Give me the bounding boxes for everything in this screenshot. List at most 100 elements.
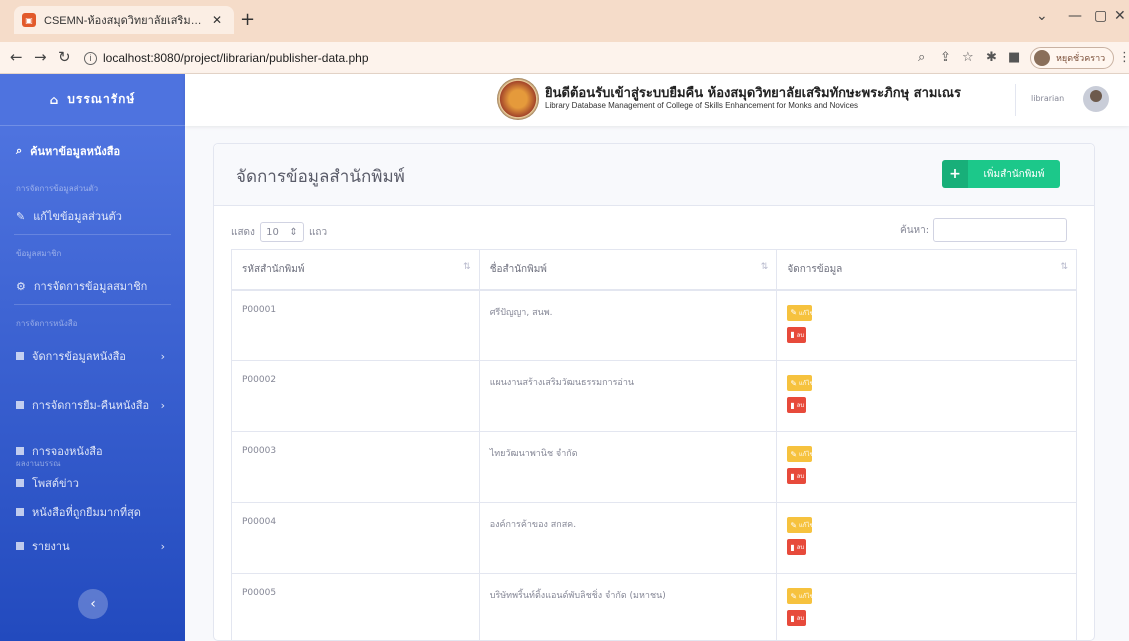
site-info-icon[interactable]: i (84, 51, 97, 65)
close-tab-icon[interactable]: ✕ (212, 13, 222, 27)
book-icon (16, 352, 24, 360)
address-bar: ← → ↻ i localhost:8080/project/librarian… (0, 42, 1129, 74)
trash-icon: ▮ (790, 330, 795, 339)
sort-icon: ⇅ (1060, 262, 1068, 272)
publisher-table: รหัสสำนักพิมพ์ ⇅ ชื่อสำนักพิมพ์ ⇅ จัดการข้… (231, 249, 1077, 641)
college-logo (497, 78, 539, 120)
edit-icon: ✎ (16, 209, 26, 223)
sidebar-item-manage-books[interactable]: จัดการข้อมูลหนังสือ › (0, 347, 185, 365)
edit-button[interactable]: ✎ แก้ไข (787, 304, 814, 321)
tab-title: CSEMN-ห้องสมุดวิทยาลัยเสริมทักษะพร (44, 15, 204, 27)
sidebar-item-members[interactable]: ⚙ การจัดการข้อมูลสมาชิก (0, 277, 185, 295)
col-header-name[interactable]: ชื่อสำนักพิมพ์ ⇅ (479, 249, 778, 291)
sidebar-item-profile[interactable]: ✎ แก้ไขข้อมูลส่วนตัว (0, 207, 185, 225)
add-publisher-label: เพิ่มสำนักพิมพ์ (983, 168, 1045, 180)
publisher-card: จัดการข้อมูลสำนักพิมพ์ + เพิ่มสำนักพิมพ์… (213, 143, 1095, 641)
edit-button[interactable]: ✎ แก้ไข (787, 375, 814, 391)
sidebar-item-news[interactable]: โพสต์ข่าว (0, 474, 185, 492)
edit-button[interactable]: ✎ แก้ไข (787, 517, 814, 533)
topbar: ยินดีต้อนรับเข้าสู่ระบบยืมคืน ห้องสมุดวิ… (185, 74, 1129, 126)
sidebar-brand[interactable]: ⌂ บรรณารักษ์ (0, 74, 185, 126)
sidebar-item-label: แก้ไขข้อมูลส่วนตัว (33, 210, 122, 223)
header-label: ชื่อสำนักพิมพ์ (489, 263, 547, 275)
site-title: ยินดีต้อนรับเข้าสู่ระบบยืมคืน ห้องสมุดวิ… (545, 86, 961, 101)
user-avatar[interactable] (1083, 86, 1109, 112)
sidebar-divider (14, 304, 171, 305)
delete-button[interactable]: ▮ ลบ (787, 539, 807, 555)
back-icon[interactable]: ← (10, 48, 23, 66)
chart-icon (16, 508, 24, 516)
select-arrows-icon: ⇕ (289, 226, 298, 238)
actions-cell: ✎ แก้ไข ▮ ลบ (776, 431, 1077, 503)
search-input[interactable] (933, 218, 1068, 242)
actions-cell: ✎ แก้ไข ▮ ลบ (776, 360, 1077, 432)
edit-button[interactable]: ✎ แก้ไข (787, 588, 814, 604)
sidebar-heading: ข้อมูลสมาชิก (16, 249, 62, 258)
sidebar-item-most-borrowed[interactable]: หนังสือที่ถูกยืมมากที่สุด (0, 503, 185, 521)
user-name[interactable]: librarian (1031, 94, 1064, 103)
plus-icon: + (942, 160, 968, 188)
sidebar-item-label: การจัดการข้อมูลสมาชิก (33, 280, 148, 293)
delete-label: ลบ (796, 402, 805, 409)
browser-tab[interactable]: ▣ CSEMN-ห้องสมุดวิทยาลัยเสริมทักษะพร ✕ (14, 6, 234, 34)
bookmark-star-icon[interactable]: ☆ (962, 50, 974, 65)
show-prefix: แสดง (231, 226, 255, 238)
delete-button[interactable]: ▮ ลบ (787, 468, 807, 484)
table-row: P00005 บริษัทพริ้นท์ติ้งแอนด์พับลิชชิ่ง … (231, 573, 1077, 641)
table-row: P00002 แผนงานสร้างเสริมวัฒนธรรมการอ่าน ✎… (231, 360, 1077, 432)
sidebar-heading: การจัดการข้อมูลส่วนตัว (16, 184, 99, 193)
new-tab-icon[interactable]: + (240, 9, 255, 30)
delete-label: ลบ (796, 331, 805, 339)
edit-icon: ✎ (790, 591, 798, 601)
minimize-icon[interactable]: — (1068, 8, 1082, 24)
publisher-id: P00005 (231, 573, 480, 641)
sidebar-toggle-button[interactable]: ‹ (78, 589, 108, 619)
delete-button[interactable]: ▮ ลบ (787, 610, 807, 626)
add-publisher-button[interactable]: + เพิ่มสำนักพิมพ์ (942, 160, 1060, 188)
delete-button[interactable]: ▮ ลบ (787, 326, 807, 343)
delete-label: ลบ (796, 615, 805, 622)
extensions-icon[interactable]: ✱ (986, 50, 997, 65)
header-label: จัดการข้อมูล (787, 263, 843, 275)
zoom-icon[interactable]: ⌕ (918, 50, 925, 65)
delete-label: ลบ (796, 544, 805, 551)
profile-button[interactable]: หยุดชั่วคราว (1030, 47, 1114, 69)
delete-button[interactable]: ▮ ลบ (787, 397, 807, 413)
publisher-id: P00004 (231, 502, 480, 574)
tab-search-icon[interactable]: ⌄ (1036, 8, 1048, 24)
sidebar-item-reports[interactable]: รายงาน › (0, 537, 185, 555)
search-label: ค้นหา: (900, 224, 930, 236)
forward-icon[interactable]: → (34, 48, 47, 66)
table-row: P00001 ศรีปัญญา, สนพ. ✎ แก้ไข ▮ ลบ (231, 289, 1077, 361)
chevron-right-icon: › (160, 398, 165, 412)
url-field[interactable]: i localhost:8080/project/librarian/publi… (84, 46, 868, 70)
sidebar: ⌂ บรรณารักษ์ ⌕ ค้นหาข้อมูลหนังสือ การจัด… (0, 74, 185, 641)
sidebar-item-search-books[interactable]: ⌕ ค้นหาข้อมูลหนังสือ (0, 142, 185, 160)
col-header-manage[interactable]: จัดการข้อมูล ⇅ (776, 249, 1077, 291)
maximize-icon[interactable]: ▢ (1094, 8, 1107, 24)
page-title: จัดการข้อมูลสำนักพิมพ์ (236, 167, 405, 187)
edit-label: แก้ไข (799, 451, 814, 458)
actions-cell: ✎ แก้ไข ▮ ลบ (776, 502, 1077, 574)
browser-menu-icon[interactable]: ⋮ (1118, 50, 1129, 65)
page-length-select[interactable]: 10 ⇕ (259, 222, 304, 242)
table-row: P00003 ไทยวัฒนาพานิช จำกัด ✎ แก้ไข ▮ ลบ (231, 431, 1077, 503)
table-header-row: รหัสสำนักพิมพ์ ⇅ ชื่อสำนักพิมพ์ ⇅ จัดการข้… (231, 249, 1077, 291)
browser-tab-bar: ▣ CSEMN-ห้องสมุดวิทยาลัยเสริมทักษะพร ✕ +… (0, 0, 1129, 42)
search-icon: ⌕ (16, 144, 23, 157)
share-icon[interactable]: ⇪ (940, 50, 951, 65)
edit-button[interactable]: ✎ แก้ไข (787, 446, 814, 462)
reload-icon[interactable]: ↻ (58, 48, 71, 66)
edit-label: แก้ไข (799, 380, 814, 387)
publisher-name: แผนงานสร้างเสริมวัฒนธรรมการอ่าน (479, 360, 778, 432)
sidebar-heading: การจัดการหนังสือ (16, 319, 78, 328)
col-header-id[interactable]: รหัสสำนักพิมพ์ ⇅ (231, 249, 480, 291)
sidepanel-icon[interactable]: ■ (1008, 50, 1020, 65)
sidebar-item-borrow-return[interactable]: การจัดการยืม-คืนหนังสือ › (0, 396, 185, 414)
sidebar-divider (14, 234, 171, 235)
card-header: จัดการข้อมูลสำนักพิมพ์ + เพิ่มสำนักพิมพ์ (214, 144, 1094, 206)
profile-label: หยุดชั่วคราว (1056, 54, 1106, 64)
sidebar-heading: ผลงานบรรณ (16, 459, 61, 468)
window-close-icon[interactable]: ✕ (1114, 8, 1126, 24)
topbar-divider (1015, 84, 1016, 116)
